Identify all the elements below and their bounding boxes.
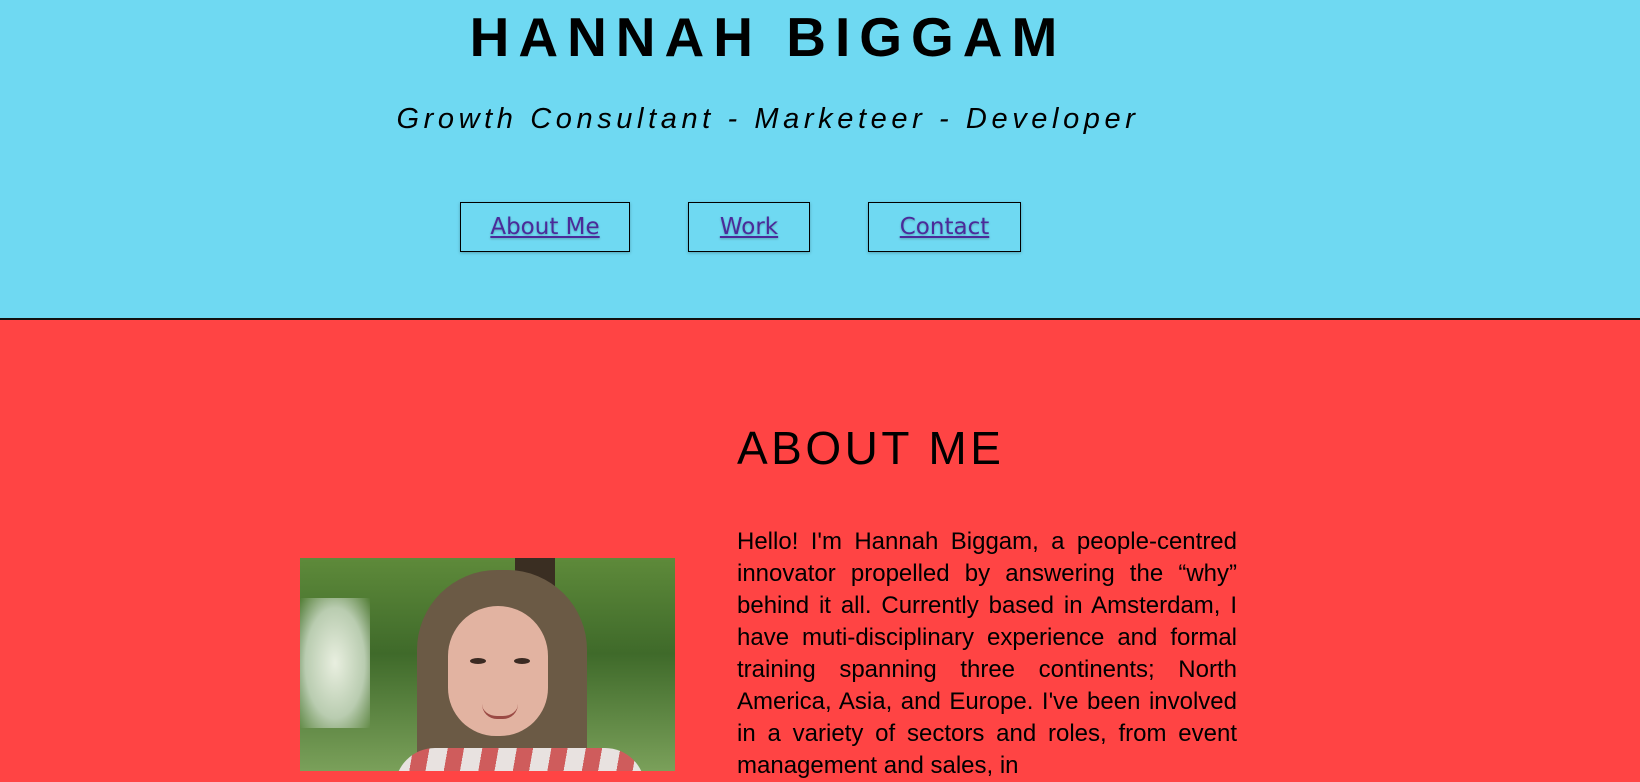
portrait-eye-left <box>470 658 486 664</box>
nav-link-contact[interactable]: Contact <box>900 214 989 240</box>
site-title: HANNAH BIGGAM <box>469 6 1067 68</box>
nav-link-work[interactable]: Work <box>720 214 778 240</box>
nav-button-contact[interactable]: Contact <box>868 202 1021 252</box>
portrait-photo <box>300 558 675 771</box>
site-header: HANNAH BIGGAM Growth Consultant - Market… <box>0 0 1640 320</box>
portrait-background-sky <box>300 598 370 728</box>
nav-button-work[interactable]: Work <box>688 202 810 252</box>
portrait-shirt <box>395 748 645 771</box>
nav-button-about[interactable]: About Me <box>460 202 630 252</box>
site-tagline: Growth Consultant - Marketeer - Develope… <box>396 103 1140 135</box>
about-body-text: Hello! I'm Hannah Biggam, a people-centr… <box>737 528 1237 779</box>
portrait-eye-right <box>514 658 530 664</box>
nav-link-about[interactable]: About Me <box>490 214 599 240</box>
about-heading: ABOUT ME <box>737 422 1005 474</box>
